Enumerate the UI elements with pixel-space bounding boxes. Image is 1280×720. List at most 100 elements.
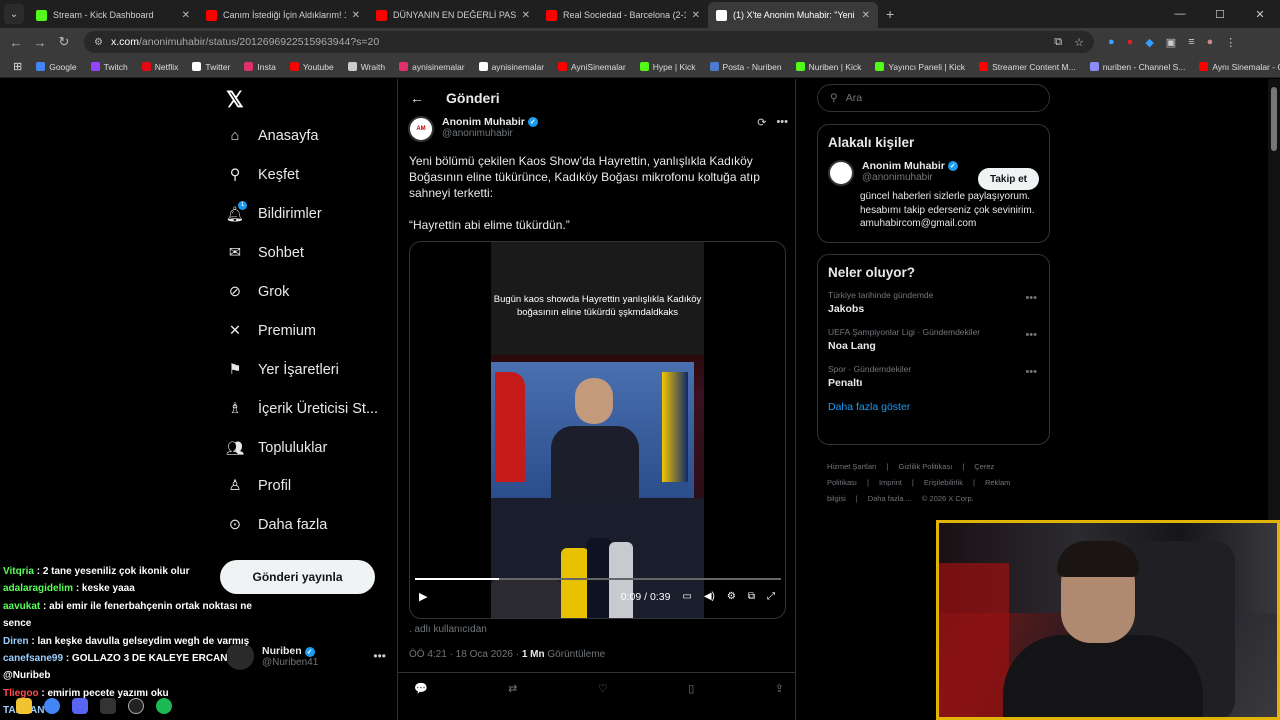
author-avatar[interactable]: AM: [408, 116, 434, 142]
chat-username[interactable]: Vitqria: [3, 566, 34, 577]
nav-item-more[interactable]: ⊙ Daha fazla: [226, 516, 327, 534]
x-logo-icon[interactable]: 𝕏: [226, 87, 244, 113]
like-icon[interactable]: ♡: [598, 682, 608, 695]
footer-link[interactable]: Hizmet Şartları: [827, 462, 877, 471]
nav-item-mail[interactable]: ✉ Sohbet: [226, 244, 304, 262]
nav-item-home[interactable]: ⌂ Anasayfa: [226, 127, 319, 145]
chat-username[interactable]: canefsane99: [3, 653, 63, 664]
nav-item-grok[interactable]: ⊘ Grok: [226, 283, 290, 301]
puzzle-icon[interactable]: ▣: [1166, 36, 1176, 49]
trend-item[interactable]: Türkiye tarihinde gündemde Jakobs •••: [828, 290, 1039, 315]
chat-username[interactable]: Diren: [3, 636, 29, 647]
trend-item[interactable]: UEFA Şampiyonlar Ligi · Gündemdekiler Noa…: [828, 327, 1039, 352]
bookmark-item[interactable]: Insta: [237, 62, 282, 72]
bookmark-item[interactable]: Twitter: [185, 62, 237, 72]
bookmark-item[interactable]: Nuriben | Kick: [789, 62, 869, 72]
menu-icon[interactable]: ⋮: [1225, 36, 1236, 49]
follow-button[interactable]: Takip et: [977, 168, 1039, 190]
minimize-icon[interactable]: —: [1160, 8, 1200, 20]
bookmark-item[interactable]: Streamer Content M...: [972, 62, 1083, 72]
pip-icon[interactable]: ⧉: [748, 591, 755, 602]
site-info-icon[interactable]: ⚙: [94, 37, 103, 48]
author-handle[interactable]: @anonimuhabir: [442, 128, 538, 139]
bookmark-item[interactable]: Yayıncı Paneli | Kick: [868, 62, 972, 72]
extension-icon[interactable]: ●: [1108, 36, 1115, 49]
share-icon[interactable]: ⇪: [775, 682, 784, 695]
bookmark-item[interactable]: Hype | Kick: [633, 62, 703, 72]
bookmark-item[interactable]: Wraith: [341, 62, 392, 72]
back-arrow-icon[interactable]: ←: [410, 90, 424, 106]
fullscreen-icon[interactable]: ⤢: [767, 591, 775, 602]
back-icon[interactable]: ←: [4, 35, 28, 50]
captions-icon[interactable]: ▭: [682, 591, 691, 602]
video-progress[interactable]: [415, 578, 781, 580]
footer-link[interactable]: Imprint: [879, 478, 902, 487]
apps-icon[interactable]: ⊞: [6, 60, 29, 73]
chrome-icon[interactable]: [44, 698, 60, 714]
more-icon[interactable]: •••: [1025, 329, 1037, 341]
avatar[interactable]: ●: [1207, 36, 1214, 49]
nav-item-x[interactable]: ✕ Premium: [226, 322, 316, 340]
tab-search-button[interactable]: ⌄: [4, 4, 24, 24]
extension-icon[interactable]: ◆: [1145, 36, 1153, 49]
media-attribution[interactable]: . adlı kullanıcıdan: [409, 624, 487, 635]
bookmark-item[interactable]: nuriben - Channel S...: [1083, 62, 1193, 72]
trend-item[interactable]: Spor · Gündemdekiler Penaltı •••: [828, 364, 1039, 389]
reply-icon[interactable]: 💬: [414, 682, 428, 695]
author-name[interactable]: Anonim Muhabir ✓: [442, 116, 538, 128]
chat-username[interactable]: aavukat: [3, 601, 40, 612]
more-icon[interactable]: •••: [776, 116, 788, 142]
maximize-icon[interactable]: ☐: [1200, 8, 1240, 21]
close-icon[interactable]: ✕: [862, 10, 870, 21]
install-app-icon[interactable]: ⧉: [1054, 36, 1062, 49]
bookmark-item[interactable]: aynisinemalar: [392, 62, 471, 72]
close-icon[interactable]: ✕: [692, 10, 700, 21]
star-icon[interactable]: ☆: [1074, 36, 1084, 49]
nav-item-creator[interactable]: ♗ İçerik Üreticisi St...: [226, 400, 379, 418]
grok-icon[interactable]: ⟳: [757, 116, 766, 142]
nav-item-bell[interactable]: 🔔︎ 1 Bildirimler: [226, 201, 322, 223]
video-player[interactable]: Bugün kaos showda Hayrettin yanlışlıkla …: [409, 241, 786, 619]
bookmark-item[interactable]: Aynı Sinemalar - Ça...: [1192, 62, 1280, 72]
forward-icon[interactable]: →: [28, 35, 52, 50]
search-input[interactable]: ⚲ Ara: [817, 84, 1050, 112]
close-window-icon[interactable]: ✕: [1240, 8, 1280, 21]
discord-icon[interactable]: [72, 698, 88, 714]
tab-list-icon[interactable]: ≡: [1188, 36, 1194, 49]
bookmark-item[interactable]: Posta - Nuriben: [703, 62, 789, 72]
bookmark-icon[interactable]: ▯: [688, 682, 694, 695]
nav-item-communities[interactable]: 👥︎ Topluluklar: [226, 439, 328, 457]
tab-x-active[interactable]: (1) X'te Anonim Muhabir: "Yeni ✕: [708, 2, 878, 28]
more-icon[interactable]: •••: [373, 649, 386, 663]
url-bar[interactable]: ⚙ x.com/anonimuhabir/status/201269692251…: [84, 31, 1094, 53]
settings-icon[interactable]: ⚙: [727, 591, 736, 602]
bookmark-item[interactable]: Netflix: [135, 62, 186, 72]
nav-item-search[interactable]: ⚲ Keşfet: [226, 166, 299, 184]
footer-link[interactable]: Gizlilik Politikası: [899, 462, 953, 471]
spotify-icon[interactable]: [156, 698, 172, 714]
tab-youtube-1[interactable]: Canım İstediği İçin Aldıklarım! 1 ✕: [198, 2, 368, 28]
extension-icon[interactable]: ●: [1127, 36, 1134, 49]
close-icon[interactable]: ✕: [522, 10, 530, 21]
bookmark-item[interactable]: Google: [29, 62, 83, 72]
nav-item-profile[interactable]: ♙ Profil: [226, 477, 292, 495]
bookmark-item[interactable]: AyniSinemalar: [551, 62, 633, 72]
repost-icon[interactable]: ⇄: [508, 682, 517, 695]
tab-youtube-2[interactable]: DÜNYANIN EN DEĞERLİ PASPAS ✕: [368, 2, 538, 28]
footer-link[interactable]: Daha fazla ...: [868, 494, 912, 503]
close-icon[interactable]: ✕: [352, 10, 360, 21]
chat-username[interactable]: adalaragidelim: [3, 583, 73, 594]
footer-link[interactable]: © 2026 X Corp.: [922, 494, 974, 503]
tab-youtube-3[interactable]: Real Sociedad - Barcelona (2-1) ✕: [538, 2, 708, 28]
more-icon[interactable]: •••: [1025, 366, 1037, 378]
nav-item-bookmark[interactable]: ⚑ Yer İşaretleri: [226, 361, 339, 379]
more-icon[interactable]: •••: [1025, 292, 1037, 304]
new-tab-button[interactable]: +: [886, 6, 894, 22]
avatar[interactable]: [828, 160, 854, 186]
volume-icon[interactable]: ◀): [704, 591, 715, 602]
obs-icon[interactable]: [128, 698, 144, 714]
close-icon[interactable]: ✕: [182, 10, 190, 21]
bookmark-item[interactable]: Twitch: [84, 62, 135, 72]
bookmark-item[interactable]: Youtube: [283, 62, 341, 72]
app-icon[interactable]: [100, 698, 116, 714]
